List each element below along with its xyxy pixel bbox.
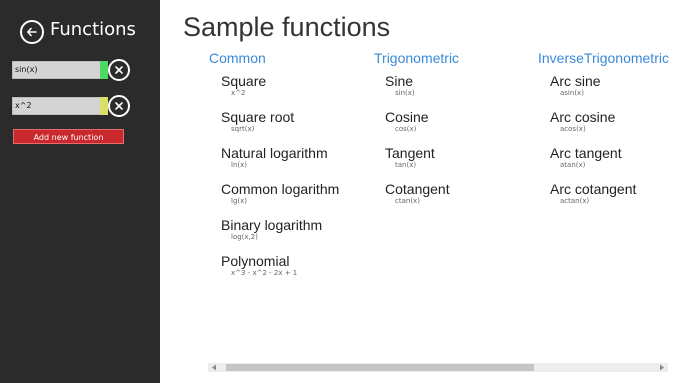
sample-function-expression: tan(x) [395,161,417,169]
sample-function-expression: atan(x) [560,161,586,169]
sample-function-item[interactable]: Common logarithm lg(x) [221,181,339,205]
sample-function-name: Arc cosine [550,109,616,125]
sample-function-name: Arc sine [550,73,601,89]
back-arrow-icon [27,27,37,37]
sample-function-expression: actan(x) [560,197,590,205]
sample-function-name: Binary logarithm [221,217,323,233]
sample-function-name: Arc cotangent [550,181,637,197]
sample-function-expression: x^3 - x^2 - 2x + 1 [231,269,298,277]
function-input[interactable]: x^2 [12,97,102,115]
sidebar-title: Functions [50,19,136,40]
sample-function-name: Square root [221,109,295,125]
chevron-left-icon [212,364,216,371]
sample-function-item[interactable]: Cosine cos(x) [385,109,429,133]
scroll-right-button[interactable] [656,363,668,372]
column-header-common: Common [209,50,266,66]
chevron-right-icon [660,364,664,371]
sample-function-name: Natural logarithm [221,145,328,161]
sample-function-item[interactable]: Square x^2 [221,73,266,97]
remove-function-button[interactable] [108,59,130,81]
sample-function-item[interactable]: Polynomial x^3 - x^2 - 2x + 1 [221,253,297,277]
column-header-trigonometric: Trigonometric [374,50,460,66]
sample-function-expression: ctan(x) [395,197,420,205]
sample-function-expression: ln(x) [231,161,247,169]
sample-function-expression: log(x,2) [231,233,258,241]
scrollbar-thumb[interactable] [226,364,534,371]
page-title: Sample functions [183,12,391,42]
horizontal-scrollbar[interactable] [208,363,668,372]
sample-function-expression: acos(x) [560,125,586,133]
sample-function-name: Arc tangent [550,145,622,161]
sample-function-expression: sin(x) [395,89,415,97]
sample-function-item[interactable]: Arc sine asin(x) [550,73,601,97]
function-color-swatch[interactable] [100,61,108,79]
sample-function-item[interactable]: Arc cosine acos(x) [550,109,615,133]
sample-function-name: Square [221,73,267,89]
sample-function-expression: x^2 [231,89,246,97]
sample-function-expression: sqrt(x) [231,125,255,133]
sample-function-expression: cos(x) [395,125,417,133]
back-button[interactable] [20,20,44,44]
sample-function-item[interactable]: Arc cotangent actan(x) [550,181,636,205]
sample-function-name: Tangent [385,145,435,161]
function-row: x^2 [12,95,152,117]
close-icon [115,102,123,110]
function-input[interactable]: sin(x) [12,61,102,79]
sample-function-item[interactable]: Square root sqrt(x) [221,109,294,133]
sidebar: Functions sin(x) x^2 Add new function [0,0,160,383]
sample-function-item[interactable]: Tangent tan(x) [385,145,435,169]
sample-function-name: Common logarithm [221,181,340,197]
scroll-left-button[interactable] [208,363,220,372]
add-function-button[interactable]: Add new function [13,129,124,144]
sample-function-item[interactable]: Arc tangent atan(x) [550,145,622,169]
sample-function-expression: lg(x) [231,197,247,205]
sample-function-name: Cosine [385,109,429,125]
remove-function-button[interactable] [108,95,130,117]
sample-function-item[interactable]: Natural logarithm ln(x) [221,145,328,169]
sample-function-item[interactable]: Binary logarithm log(x,2) [221,217,322,241]
sample-function-name: Polynomial [221,253,290,269]
sample-function-expression: asin(x) [560,89,584,97]
sample-function-name: Sine [385,73,414,89]
sample-function-item[interactable]: Cotangent ctan(x) [385,181,450,205]
column-header-inverse-trigonometric: InverseTrigonometric [538,50,669,66]
sample-function-name: Cotangent [385,181,450,197]
function-row: sin(x) [12,59,152,81]
sample-function-item[interactable]: Sine sin(x) [385,73,415,97]
function-color-swatch[interactable] [100,97,108,115]
close-icon [115,66,123,74]
